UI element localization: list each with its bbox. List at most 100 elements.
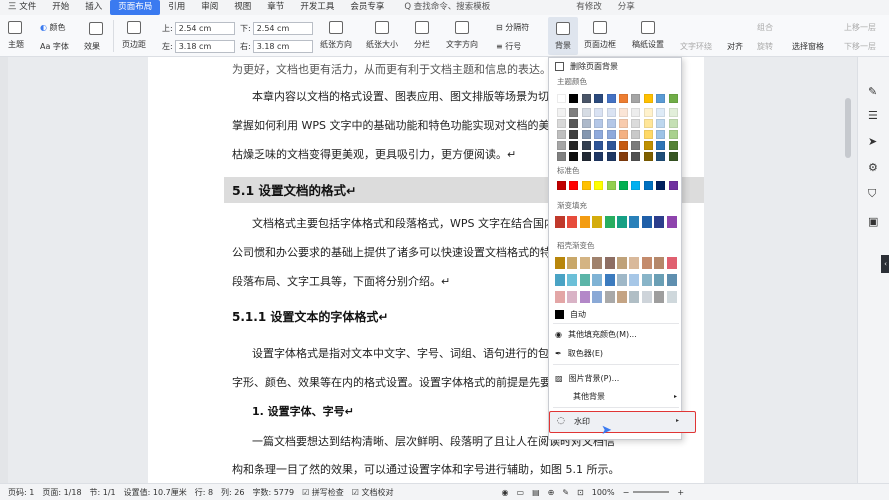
- bookmark-icon[interactable]: ⛉: [868, 187, 876, 201]
- texture-swatch[interactable]: [666, 257, 677, 269]
- changes-indicator[interactable]: 有修改: [568, 0, 610, 15]
- remove-background-item[interactable]: 删除页面背景: [555, 61, 618, 72]
- color-swatch[interactable]: [643, 119, 653, 128]
- color-swatch[interactable]: [619, 108, 628, 117]
- texture-swatch[interactable]: [579, 274, 590, 286]
- color-swatch[interactable]: [557, 141, 566, 150]
- size-button[interactable]: 纸张大小: [366, 21, 398, 50]
- vertical-scrollbar-thumb[interactable]: [845, 98, 851, 158]
- text-wrap-button[interactable]: 文字环绕: [680, 41, 712, 52]
- menu-file[interactable]: 三 文件: [0, 0, 44, 15]
- texture-swatch[interactable]: [592, 291, 603, 303]
- menu-insert[interactable]: 插入: [77, 0, 110, 15]
- picture-background-item[interactable]: ▨ 图片背景(P)...: [555, 373, 619, 384]
- gradient-swatch[interactable]: [579, 216, 590, 228]
- separator-button[interactable]: ⊟ 分隔符: [496, 22, 529, 33]
- texture-swatch[interactable]: [617, 257, 627, 269]
- texture-swatch[interactable]: [567, 274, 578, 286]
- status-pages[interactable]: 页面: 1/18: [42, 487, 81, 498]
- align-button[interactable]: 对齐: [727, 41, 743, 52]
- texture-swatch[interactable]: [604, 257, 615, 269]
- color-swatch[interactable]: [581, 181, 591, 190]
- zoom-in-button[interactable]: +: [677, 488, 684, 497]
- image-icon[interactable]: ▣: [868, 215, 878, 228]
- color-swatch[interactable]: [643, 141, 653, 150]
- menu-review[interactable]: 审阅: [193, 0, 226, 15]
- effects-button[interactable]: 效果: [84, 41, 100, 52]
- color-swatch[interactable]: [643, 181, 653, 190]
- columns-button[interactable]: 分栏: [414, 21, 430, 50]
- edit-icon[interactable]: ✎: [868, 85, 877, 98]
- texture-swatch[interactable]: [579, 291, 590, 303]
- color-swatch[interactable]: [581, 108, 591, 117]
- color-swatch[interactable]: [569, 130, 579, 139]
- cursor-icon[interactable]: ➤: [868, 135, 877, 148]
- texture-swatch[interactable]: [641, 291, 652, 303]
- texture-swatch[interactable]: [555, 274, 565, 286]
- paper-settings-button[interactable]: 稿纸设置: [632, 21, 664, 50]
- color-swatch[interactable]: [643, 94, 653, 103]
- gradient-swatch[interactable]: [641, 216, 652, 228]
- color-swatch[interactable]: [668, 152, 678, 161]
- color-swatch[interactable]: [594, 152, 604, 161]
- color-swatch[interactable]: [606, 152, 616, 161]
- gradient-swatch[interactable]: [666, 216, 677, 228]
- texture-swatch[interactable]: [604, 274, 615, 286]
- texture-swatch[interactable]: [567, 291, 578, 303]
- texture-swatch[interactable]: [629, 274, 640, 286]
- texture-swatch[interactable]: [555, 291, 565, 303]
- color-swatch[interactable]: [619, 141, 628, 150]
- settings-icon[interactable]: ⚙: [868, 161, 878, 174]
- color-swatch[interactable]: [656, 94, 666, 103]
- gradient-swatch[interactable]: [604, 216, 615, 228]
- watermark-menu-item[interactable]: ◌ 水印 ▸: [549, 411, 696, 433]
- texture-swatch[interactable]: [592, 257, 603, 269]
- color-swatch[interactable]: [606, 94, 616, 103]
- color-swatch[interactable]: [631, 141, 641, 150]
- color-swatch[interactable]: [606, 119, 616, 128]
- gradient-swatch[interactable]: [654, 216, 665, 228]
- right-margin-field[interactable]: 右: 3.18 cm: [240, 40, 313, 53]
- color-swatch[interactable]: [557, 119, 566, 128]
- search-command[interactable]: Q 查找命令、搜索模板: [396, 0, 498, 15]
- color-swatch[interactable]: [606, 130, 616, 139]
- zoom-level[interactable]: 100%: [592, 488, 615, 497]
- background-button[interactable]: 背景: [548, 17, 578, 55]
- zoom-out-button[interactable]: −: [623, 488, 630, 497]
- texture-swatch[interactable]: [629, 257, 640, 269]
- color-swatch[interactable]: [631, 152, 641, 161]
- color-swatch[interactable]: [656, 141, 666, 150]
- fit-page-icon[interactable]: ⊡: [577, 488, 584, 497]
- color-swatch[interactable]: [569, 181, 579, 190]
- gradient-swatch[interactable]: [555, 216, 565, 228]
- menu-references[interactable]: 引用: [160, 0, 193, 15]
- color-swatch[interactable]: [581, 130, 591, 139]
- color-swatch[interactable]: [569, 94, 579, 103]
- color-swatch[interactable]: [668, 94, 678, 103]
- texture-swatch[interactable]: [579, 257, 590, 269]
- colors-button[interactable]: ◐ 颜色: [40, 22, 66, 33]
- bottom-margin-field[interactable]: 下: 2.54 cm: [240, 22, 313, 35]
- color-swatch[interactable]: [619, 119, 628, 128]
- layout-icon[interactable]: ▭: [517, 488, 525, 497]
- menu-home[interactable]: 开始: [44, 0, 77, 15]
- group-button[interactable]: 组合: [757, 22, 773, 33]
- color-swatch[interactable]: [581, 141, 591, 150]
- color-swatch[interactable]: [668, 108, 678, 117]
- top-margin-input[interactable]: 2.54 cm: [174, 22, 235, 35]
- web-layout-icon[interactable]: ⊕: [548, 488, 555, 497]
- texture-swatch[interactable]: [641, 257, 652, 269]
- color-swatch[interactable]: [631, 108, 641, 117]
- color-swatch[interactable]: [606, 181, 616, 190]
- color-swatch[interactable]: [631, 119, 641, 128]
- color-swatch[interactable]: [619, 94, 628, 103]
- color-swatch[interactable]: [581, 94, 591, 103]
- menu-chapter[interactable]: 章节: [259, 0, 292, 15]
- color-swatch[interactable]: [557, 94, 566, 103]
- more-fill-colors-item[interactable]: ◉ 其他填充颜色(M)...: [555, 329, 637, 340]
- texture-swatch[interactable]: [666, 291, 677, 303]
- color-swatch[interactable]: [569, 141, 579, 150]
- texture-swatch[interactable]: [592, 274, 603, 286]
- texture-swatch[interactable]: [555, 257, 565, 269]
- color-swatch[interactable]: [594, 130, 604, 139]
